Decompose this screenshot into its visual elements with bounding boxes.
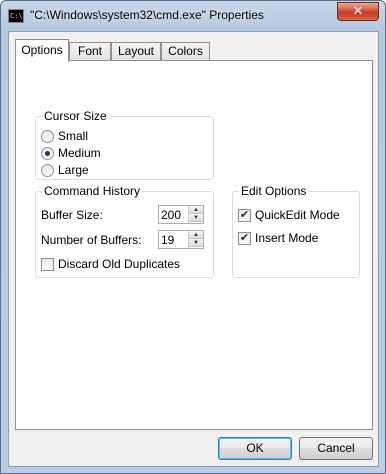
quickedit-mode-checkbox[interactable]: ✔ [238,208,251,222]
insert-mode-checkbox[interactable]: ✔ [238,231,251,245]
cursor-size-group: Cursor Size Small Medium Large [35,109,214,180]
buffer-size-value[interactable]: 200 [161,208,181,222]
window-title: "C:\Windows\system32\cmd.exe" Properties [30,8,264,22]
command-history-group: Command History Buffer Size: 200 ▲ ▼ Num… [35,184,214,278]
number-of-buffers-spin-buttons: ▲ ▼ [188,231,203,248]
dialog-client-area: Options Font Layout Colors Cursor Size S… [8,31,379,467]
tab-options[interactable]: Options [15,39,69,62]
buffer-size-up-arrow-icon[interactable]: ▲ [189,206,203,214]
number-of-buffers-label: Number of Buffers: [41,233,142,247]
cursor-size-medium-option[interactable]: Medium [41,145,101,161]
cursor-size-large-option[interactable]: Large [41,162,89,178]
cursor-size-medium-label: Medium [58,146,101,160]
buffer-size-spin-buttons: ▲ ▼ [188,206,203,223]
cursor-size-small-label: Small [58,129,89,143]
cursor-size-large-radio[interactable] [41,163,54,177]
cancel-button[interactable]: Cancel [299,437,373,460]
number-of-buffers-spinner[interactable]: 19 ▲ ▼ [158,230,204,249]
insert-check-icon: ✔ [239,231,250,244]
buffer-size-label: Buffer Size: [41,208,103,222]
tab-layout[interactable]: Layout [111,42,161,61]
cmd-app-icon: C:\ [8,9,24,23]
discard-old-duplicates-checkbox[interactable] [41,257,54,271]
options-tab-panel: Cursor Size Small Medium Large Command H… [15,60,373,430]
quickedit-mode-label: QuickEdit Mode [255,208,340,222]
buffer-size-spinner[interactable]: 200 ▲ ▼ [158,205,204,224]
discard-old-duplicates-option[interactable]: Discard Old Duplicates [41,256,180,272]
insert-mode-option[interactable]: ✔ Insert Mode [238,230,318,246]
cursor-size-medium-radio[interactable] [41,146,54,160]
command-history-title: Command History [42,184,143,198]
cursor-size-large-label: Large [58,163,89,177]
ok-button[interactable]: OK [218,437,292,460]
quickedit-check-icon: ✔ [239,208,250,221]
cursor-size-small-radio[interactable] [41,129,54,143]
cursor-size-small-option[interactable]: Small [41,128,88,144]
title-bar[interactable]: C:\ "C:\Windows\system32\cmd.exe" Proper… [1,1,385,31]
number-of-buffers-down-arrow-icon[interactable]: ▼ [189,239,203,247]
cursor-size-title: Cursor Size [42,109,109,123]
tab-colors[interactable]: Colors [161,42,210,61]
properties-window: C:\ "C:\Windows\system32\cmd.exe" Proper… [0,0,386,474]
discard-old-duplicates-label: Discard Old Duplicates [58,257,181,271]
edit-options-title: Edit Options [239,184,309,198]
insert-mode-label: Insert Mode [255,231,319,245]
edit-options-group: Edit Options ✔ QuickEdit Mode ✔ Insert M… [232,184,360,278]
tab-font[interactable]: Font [69,42,111,61]
close-button[interactable]: ✕ [337,2,379,21]
quickedit-mode-option[interactable]: ✔ QuickEdit Mode [238,207,340,223]
number-of-buffers-up-arrow-icon[interactable]: ▲ [189,231,203,239]
buffer-size-down-arrow-icon[interactable]: ▼ [189,214,203,222]
number-of-buffers-value[interactable]: 19 [161,233,174,247]
